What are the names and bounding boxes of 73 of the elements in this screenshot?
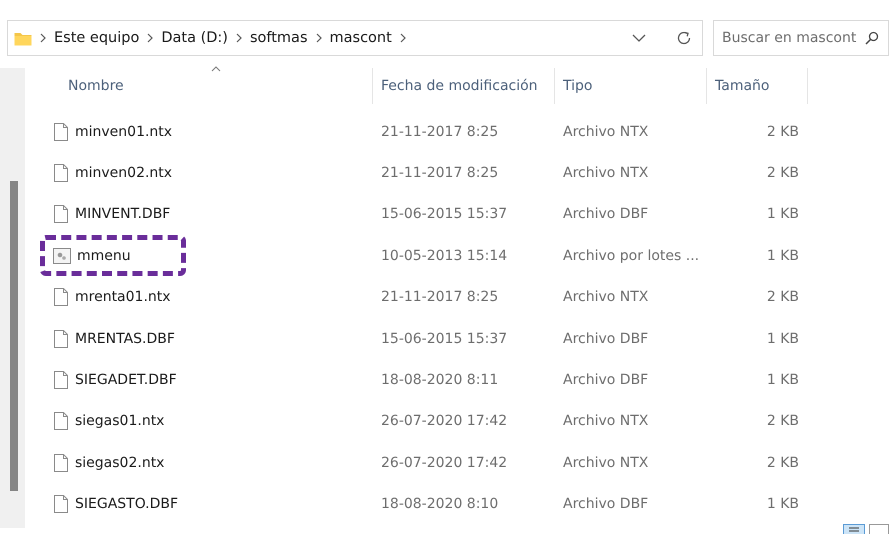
column-header[interactable]: Tipo bbox=[555, 68, 707, 104]
size-cell-text: 1 KB bbox=[766, 330, 800, 347]
date-cell-text: 10-05-2013 15:14 bbox=[380, 248, 508, 264]
date-cell-text: 15-06-2015 15:37 bbox=[380, 206, 508, 222]
details-view-icon[interactable] bbox=[843, 524, 865, 534]
size-cell-text: 2 KB bbox=[766, 454, 800, 471]
file-icon bbox=[53, 411, 69, 432]
date-cell-text: 21-11-2017 8:25 bbox=[380, 124, 500, 140]
search-icon bbox=[865, 31, 879, 45]
file-icon bbox=[53, 287, 69, 308]
refresh-icon[interactable] bbox=[676, 30, 692, 46]
file-icon bbox=[53, 122, 69, 142]
date-cell-text: 26-07-2020 17:42 bbox=[380, 454, 508, 471]
file-icon bbox=[53, 328, 69, 349]
size-cell-text: 2 KB bbox=[766, 124, 800, 140]
file-row[interactable]: minven02.ntx 21-11-2017 8:25 Archivo NTX 2 KB bbox=[40, 152, 808, 194]
date-cell-text: 21-11-2017 8:25 bbox=[380, 289, 500, 306]
scrollbar-thumb[interactable] bbox=[10, 181, 18, 491]
type-cell-text: Archivo DBF bbox=[562, 330, 650, 347]
breadcrumb-item[interactable]: softmas bbox=[250, 30, 308, 46]
address-bar[interactable]: Este equipo Data (D:) softmas mascont bbox=[7, 20, 703, 56]
date-cell-text: 26-07-2020 17:42 bbox=[380, 413, 508, 430]
type-cell-text: Archivo NTX bbox=[562, 124, 650, 140]
tiles-view-icon[interactable] bbox=[869, 524, 889, 534]
gear-window-icon bbox=[53, 248, 71, 264]
file-row[interactable]: siegas01.ntx 26-07-2020 17:42 Archivo NTX 2 KB bbox=[40, 400, 808, 442]
file-icon bbox=[53, 452, 69, 473]
chevron-icon[interactable] bbox=[400, 33, 406, 43]
size-cell-text: 2 KB bbox=[766, 413, 800, 430]
type-cell-text: Archivo NTX bbox=[562, 413, 650, 430]
file-icon bbox=[53, 494, 69, 514]
size-cell-text: 1 KB bbox=[766, 206, 800, 222]
breadcrumb-item[interactable]: Este equipo bbox=[54, 30, 140, 46]
type-cell-text: Archivo NTX bbox=[562, 454, 650, 471]
file-row[interactable]: SIEGADET.DBF 18-08-2020 8:11 Archivo DBF 1 KB bbox=[40, 359, 808, 401]
chevron-icon bbox=[147, 33, 154, 43]
file-row[interactable]: siegas02.ntx 26-07-2020 17:42 Archivo NTX 2 KB bbox=[40, 442, 808, 484]
size-cell-text: 1 KB bbox=[766, 372, 800, 388]
file-row[interactable]: minven01.ntx 21-11-2017 8:25 Archivo NTX 2 KB bbox=[40, 111, 808, 152]
folder-icon bbox=[14, 30, 32, 46]
chevron-icon bbox=[40, 33, 46, 43]
type-cell-text: Archivo DBF bbox=[562, 372, 650, 388]
file-icon bbox=[53, 370, 69, 390]
file-row[interactable]: MINVENT.DBF 15-06-2015 15:37 Archivo DBF 1 KB bbox=[40, 194, 808, 236]
date-cell-text: 18-08-2020 8:10 bbox=[380, 496, 500, 512]
chevron-icon bbox=[316, 33, 322, 43]
date-cell-text: 18-08-2020 8:11 bbox=[380, 372, 500, 388]
column-header[interactable]: Tamaño bbox=[707, 68, 808, 104]
size-cell-text: 2 KB bbox=[766, 165, 800, 182]
type-cell-text: Archivo DBF bbox=[562, 206, 650, 222]
file-icon bbox=[53, 163, 69, 184]
search-field[interactable]: Buscar en mascont bbox=[713, 20, 889, 56]
type-cell-text: Archivo NTX bbox=[562, 289, 650, 306]
file-row[interactable]: SIEGASTO.DBF 18-08-2020 8:10 Archivo DBF 1 KB bbox=[40, 484, 808, 525]
size-cell-text: 1 KB bbox=[766, 248, 800, 264]
column-header[interactable]: Nombre bbox=[50, 68, 373, 104]
date-cell-text: 21-11-2017 8:25 bbox=[380, 165, 500, 182]
column-header[interactable]: Fecha de modificación bbox=[373, 68, 555, 104]
size-cell-text: 1 KB bbox=[766, 496, 800, 512]
file-row[interactable]: mmenu 10-05-2013 15:14 Archivo por lotes ... 1 KB bbox=[40, 235, 808, 277]
sort-caret-icon bbox=[211, 66, 221, 72]
file-icon bbox=[53, 204, 69, 224]
file-row[interactable]: mrenta01.ntx 21-11-2017 8:25 Archivo NTX 2 KB bbox=[40, 276, 808, 318]
type-cell-text: Archivo por lotes ... bbox=[562, 248, 700, 264]
dropdown-chevron-icon[interactable] bbox=[632, 34, 646, 42]
chevron-icon bbox=[236, 33, 242, 43]
size-cell-text: 2 KB bbox=[766, 289, 800, 306]
type-cell-text: Archivo NTX bbox=[562, 165, 650, 182]
breadcrumb-item[interactable]: Data (D:) bbox=[161, 30, 228, 46]
breadcrumb-item[interactable]: mascont bbox=[330, 30, 392, 46]
type-cell-text: Archivo DBF bbox=[562, 496, 650, 512]
date-cell-text: 15-06-2015 15:37 bbox=[380, 330, 508, 347]
file-row[interactable]: MRENTAS.DBF 15-06-2015 15:37 Archivo DBF 1 KB bbox=[40, 318, 808, 360]
